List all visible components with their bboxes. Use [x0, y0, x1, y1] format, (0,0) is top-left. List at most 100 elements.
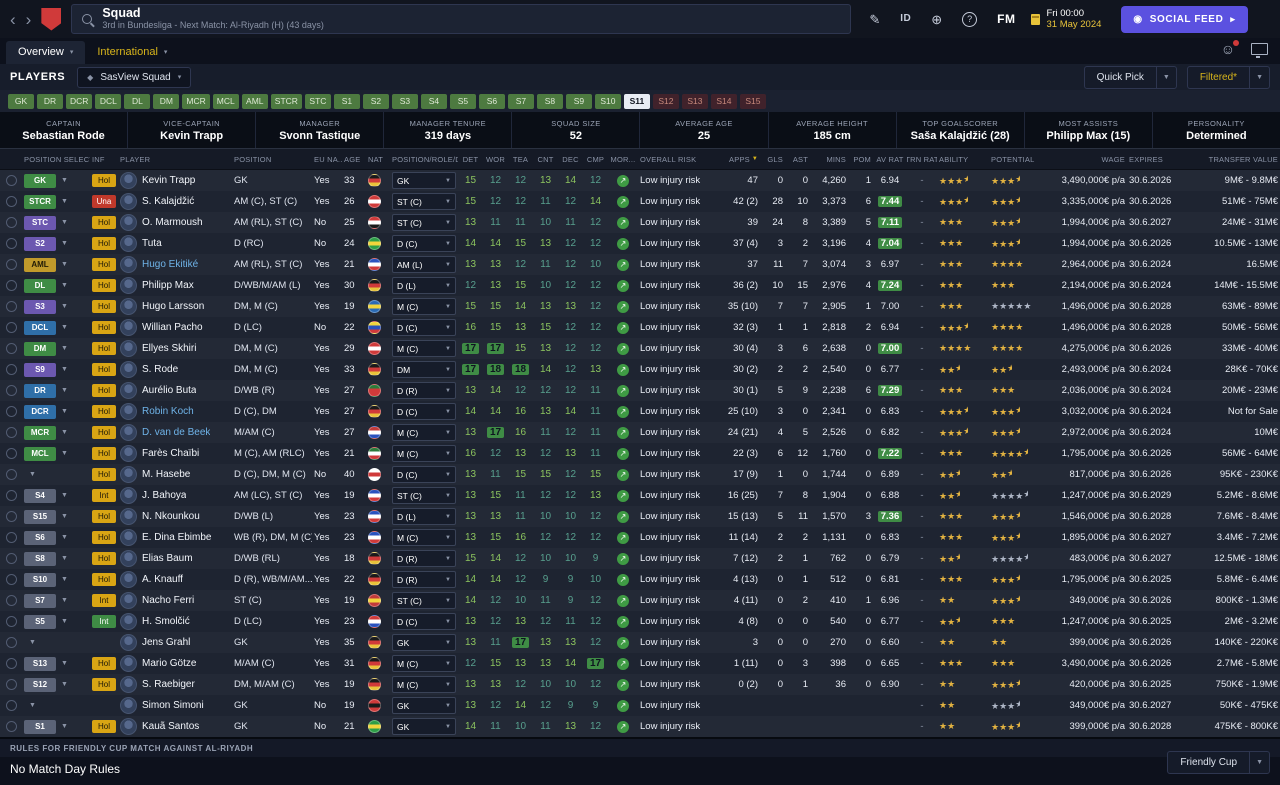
player-name[interactable]: Jens Grahl — [142, 637, 190, 648]
column-header-pom[interactable]: POM — [848, 155, 873, 164]
row-checkbox[interactable] — [6, 658, 17, 669]
row-checkbox[interactable] — [6, 217, 17, 228]
player-name[interactable]: E. Dina Ebimbe — [142, 532, 211, 543]
squad-view-dropdown[interactable]: ◆ SasView Squad ▾ — [77, 66, 192, 88]
row-checkbox[interactable] — [6, 574, 17, 585]
player-name[interactable]: Mario Götze — [142, 658, 196, 669]
column-header-cnt[interactable]: CNT — [533, 155, 558, 164]
column-header-ast[interactable]: AST — [785, 155, 810, 164]
role-duty-dropdown[interactable]: ST (C) ▼ — [392, 487, 456, 504]
table-row[interactable]: DL ▼ Hol Philipp Max D/WB/M/AM (L) Yes 30 D (L)… — [0, 275, 1280, 296]
player-name[interactable]: J. Bahoya — [142, 490, 186, 501]
table-row[interactable]: AML ▼ Hol Hugo Ekitiké AM (RL), ST (C) Yes 21 A… — [0, 254, 1280, 275]
filter-s13[interactable]: S13 — [681, 93, 708, 109]
position-dropdown-chevron[interactable]: ▼ — [61, 366, 68, 373]
position-dropdown-chevron[interactable]: ▼ — [61, 219, 68, 226]
table-row[interactable]: DR ▼ Hol Aurélio Buta D/WB (R) Yes 27 D (R) ▼ 13 1… — [0, 380, 1280, 401]
filter-s3[interactable]: S3 — [391, 93, 418, 109]
table-row[interactable]: S5 ▼ Int H. Smolčić D (LC) Yes 23 D (C) ▼ 13 12 13 1… — [0, 611, 1280, 632]
player-name[interactable]: Farès Chaïbi — [142, 448, 199, 459]
filter-dm[interactable]: DM — [153, 93, 180, 109]
filter-s7[interactable]: S7 — [507, 93, 534, 109]
row-checkbox[interactable] — [6, 532, 17, 543]
row-checkbox[interactable] — [6, 427, 17, 438]
chevron-down-icon[interactable]: ▼ — [1155, 66, 1176, 88]
player-name[interactable]: Kevin Trapp — [142, 175, 195, 186]
filter-dcl[interactable]: DCL — [95, 93, 122, 109]
position-dropdown-chevron[interactable]: ▼ — [61, 282, 68, 289]
column-header-position-role-duty[interactable]: POSITION/ROLE/DUTY — [390, 155, 458, 164]
position-dropdown-chevron[interactable]: ▼ — [61, 513, 68, 520]
row-checkbox[interactable] — [6, 301, 17, 312]
filter-stc[interactable]: STC — [304, 93, 331, 109]
role-duty-dropdown[interactable]: ST (C) ▼ — [392, 193, 456, 210]
player-name[interactable]: Kauã Santos — [142, 721, 199, 732]
role-duty-dropdown[interactable]: D (C) ▼ — [392, 403, 456, 420]
table-row[interactable]: S8 ▼ Hol Elias Baum D/WB (RL) Yes 18 D (R) ▼ 15 14… — [0, 548, 1280, 569]
role-duty-dropdown[interactable]: GK ▼ — [392, 697, 456, 714]
filtered-button[interactable]: Filtered* ▼ — [1186, 65, 1270, 89]
player-name[interactable]: S. Rode — [142, 364, 178, 375]
position-dropdown-chevron[interactable]: ▼ — [61, 492, 68, 499]
filter-dr[interactable]: DR — [37, 93, 63, 109]
column-header-ability[interactable]: ABILITY — [937, 155, 989, 164]
player-name[interactable]: S. Raebiger — [142, 679, 195, 690]
row-checkbox[interactable] — [6, 469, 17, 480]
player-name[interactable]: H. Smolčić — [142, 616, 190, 627]
role-duty-dropdown[interactable]: GK ▼ — [392, 172, 456, 189]
column-header-eu-na[interactable]: EU NA... — [312, 155, 342, 164]
row-checkbox[interactable] — [6, 679, 17, 690]
table-row[interactable]: GK ▼ Hol Kevin Trapp GK Yes 33 GK ▼ 15 12 12 13 14 12 ↗… — [0, 170, 1280, 191]
position-dropdown-chevron[interactable]: ▼ — [61, 555, 68, 562]
player-name[interactable]: Nacho Ferri — [142, 595, 194, 606]
table-row[interactable]: MCR ▼ Hol D. van de Beek M/AM (C) Yes 27 M (C) ▼… — [0, 422, 1280, 443]
column-header-dec[interactable]: DEC — [558, 155, 583, 164]
column-header-nat[interactable]: NAT — [366, 155, 390, 164]
filter-gk[interactable]: GK — [8, 93, 34, 109]
position-dropdown-chevron[interactable]: ▼ — [61, 660, 68, 667]
position-dropdown-chevron[interactable]: ▼ — [61, 303, 68, 310]
filter-s15[interactable]: S15 — [739, 93, 766, 109]
position-dropdown-chevron[interactable]: ▼ — [61, 450, 68, 457]
row-checkbox[interactable] — [6, 385, 17, 396]
role-duty-dropdown[interactable]: M (C) ▼ — [392, 340, 456, 357]
position-dropdown-chevron[interactable]: ▼ — [61, 240, 68, 247]
position-dropdown-chevron[interactable]: ▼ — [61, 681, 68, 688]
player-name[interactable]: O. Marmoush — [142, 217, 203, 228]
role-duty-dropdown[interactable]: M (C) ▼ — [392, 655, 456, 672]
position-dropdown-chevron[interactable]: ▼ — [29, 471, 36, 478]
position-dropdown-chevron[interactable]: ▼ — [61, 261, 68, 268]
filter-stcr[interactable]: STCR — [270, 93, 302, 109]
row-checkbox[interactable] — [6, 322, 17, 333]
row-checkbox[interactable] — [6, 364, 17, 375]
row-checkbox[interactable] — [6, 595, 17, 606]
filter-dcr[interactable]: DCR — [66, 93, 93, 109]
column-header-wage[interactable]: WAGE — [1041, 155, 1127, 164]
filter-s14[interactable]: S14 — [710, 93, 737, 109]
role-duty-dropdown[interactable]: D (R) ▼ — [392, 571, 456, 588]
filter-s9[interactable]: S9 — [565, 93, 592, 109]
position-dropdown-chevron[interactable]: ▼ — [61, 723, 68, 730]
role-duty-dropdown[interactable]: GK ▼ — [392, 718, 456, 735]
position-dropdown-chevron[interactable]: ▼ — [61, 324, 68, 331]
player-name[interactable]: D. van de Beek — [142, 427, 210, 438]
row-checkbox[interactable] — [6, 406, 17, 417]
tab-overview[interactable]: Overview ▾ — [6, 41, 86, 64]
column-header-cmp[interactable]: CMP — [583, 155, 608, 164]
row-checkbox[interactable] — [6, 259, 17, 270]
player-name[interactable]: N. Nkounkou — [142, 511, 200, 522]
filter-s8[interactable]: S8 — [536, 93, 563, 109]
position-dropdown-chevron[interactable]: ▼ — [61, 534, 68, 541]
edit-icon[interactable]: ✎ — [869, 13, 880, 26]
role-duty-dropdown[interactable]: M (C) ▼ — [392, 298, 456, 315]
social-feed-button[interactable]: ◉ SOCIAL FEED ▸ — [1121, 5, 1248, 33]
position-dropdown-chevron[interactable]: ▼ — [61, 345, 68, 352]
id-icon[interactable]: ID — [900, 14, 911, 24]
role-duty-dropdown[interactable]: D (C) ▼ — [392, 466, 456, 483]
filter-aml[interactable]: AML — [241, 93, 268, 109]
column-header-player[interactable]: PLAYER — [118, 155, 232, 164]
player-name[interactable]: Willian Pacho — [142, 322, 203, 333]
row-checkbox[interactable] — [6, 490, 17, 501]
monitor-icon[interactable] — [1251, 43, 1268, 58]
role-duty-dropdown[interactable]: D (R) ▼ — [392, 550, 456, 567]
